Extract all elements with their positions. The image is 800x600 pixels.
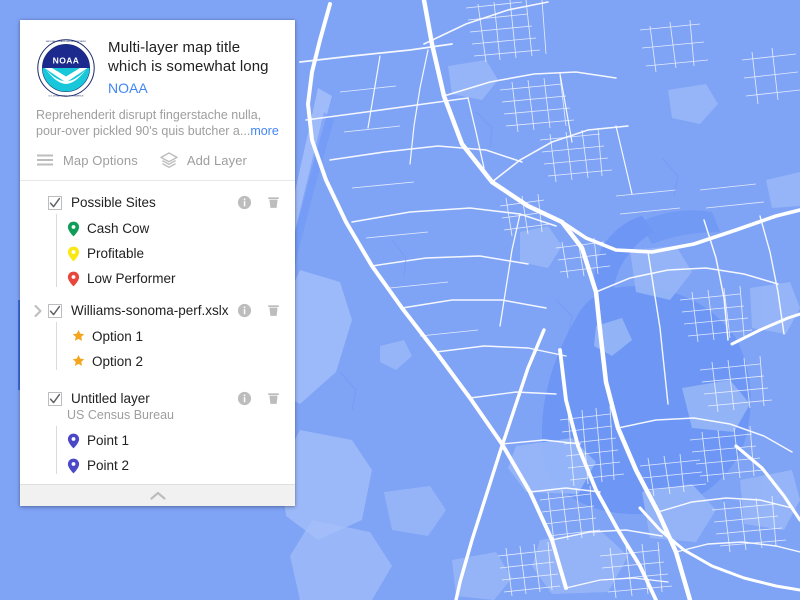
trash-icon[interactable] xyxy=(266,303,281,318)
panel-header: NOAA NATIONAL OCEANIC AND ATMOSPHERIC U.… xyxy=(20,20,295,98)
map-options-button[interactable]: Map Options xyxy=(36,151,138,169)
layer-subtitle: US Census Bureau xyxy=(67,408,175,422)
list-item-label: Low Performer xyxy=(87,271,176,286)
add-layer-button[interactable]: Add Layer xyxy=(160,151,247,169)
layer-title: Williams-sonoma-perf.xslx xyxy=(71,303,229,318)
layer-actions xyxy=(237,303,281,318)
map-pin-icon xyxy=(67,221,80,237)
map-pin-icon xyxy=(67,246,80,262)
layer-group-williams-sonoma: Williams-sonoma-perf.xslx Option 1 Optio… xyxy=(20,297,295,374)
layer-title: Untitled layer xyxy=(71,391,150,406)
list-item-label: Option 1 xyxy=(92,329,144,344)
layer-checkbox[interactable] xyxy=(48,303,62,318)
add-layer-label: Add Layer xyxy=(186,152,247,168)
list-item-label: Point 1 xyxy=(87,433,130,448)
layer-actions xyxy=(237,195,281,210)
noaa-logo-icon: NOAA NATIONAL OCEANIC AND ATMOSPHERIC U.… xyxy=(36,38,96,98)
list-item[interactable]: Point 1 xyxy=(67,428,295,453)
layer-children: Option 1 Option 2 xyxy=(20,322,295,374)
layer-row[interactable]: Possible Sites xyxy=(20,189,295,216)
screen: NOAA NATIONAL OCEANIC AND ATMOSPHERIC U.… xyxy=(0,0,800,600)
panel-toolbar: Map Options Add Layer xyxy=(20,139,295,181)
list-item-label: Point 2 xyxy=(87,458,130,473)
layer-checkbox[interactable] xyxy=(48,195,62,210)
layer-actions xyxy=(237,391,281,406)
hamburger-icon xyxy=(36,151,54,169)
trash-icon[interactable] xyxy=(266,195,281,210)
map-legend-panel: NOAA NATIONAL OCEANIC AND ATMOSPHERIC U.… xyxy=(20,20,295,506)
layer-title: Possible Sites xyxy=(71,195,156,210)
map-options-label: Map Options xyxy=(63,152,138,168)
chevron-right-icon[interactable] xyxy=(30,303,46,319)
map-pin-icon xyxy=(67,433,80,449)
page-title: Multi-layer map title which is somewhat … xyxy=(108,39,269,75)
list-item[interactable]: Low Performer xyxy=(67,266,295,291)
list-item[interactable]: Profitable xyxy=(67,241,295,266)
list-item-label: Profitable xyxy=(87,246,145,261)
layer-group-untitled: Untitled layer US Census Bureau Point 1 … xyxy=(20,384,295,478)
map-pin-icon xyxy=(67,271,80,287)
layer-row[interactable]: Williams-sonoma-perf.xslx xyxy=(20,297,295,324)
layer-children: Cash Cow Profitable Low Performer xyxy=(20,214,295,291)
list-item[interactable]: Point 2 xyxy=(67,453,295,478)
chevron-up-icon xyxy=(147,490,169,502)
layer-children: Point 1 Point 2 xyxy=(20,426,295,478)
trash-icon[interactable] xyxy=(266,391,281,406)
layer-row[interactable]: Untitled layer xyxy=(20,384,295,408)
layer-group-possible-sites: Possible Sites Cash Cow Profitable Low P… xyxy=(20,189,295,291)
list-item[interactable]: Cash Cow xyxy=(67,216,295,241)
info-icon[interactable] xyxy=(237,391,252,406)
list-item[interactable]: Option 1 xyxy=(72,324,295,349)
map-description-text: Reprehenderit disrupt fingerstache nulla… xyxy=(36,108,262,138)
layer-list: Possible Sites Cash Cow Profitable Low P… xyxy=(20,181,295,484)
map-owner-link[interactable]: NOAA xyxy=(108,78,279,98)
svg-text:NATIONAL OCEANIC AND ATMOSPHER: NATIONAL OCEANIC AND ATMOSPHERIC xyxy=(46,40,87,43)
more-link[interactable]: more xyxy=(250,124,278,138)
map-description: Reprehenderit disrupt fingerstache nulla… xyxy=(36,107,279,139)
map-pin-icon xyxy=(67,458,80,474)
svg-text:U.S. DEPARTMENT OF COMMERCE: U.S. DEPARTMENT OF COMMERCE xyxy=(48,94,84,97)
title-block: Multi-layer map title which is somewhat … xyxy=(108,36,279,98)
collapse-panel-button[interactable] xyxy=(20,484,295,506)
info-icon[interactable] xyxy=(237,195,252,210)
info-icon[interactable] xyxy=(237,303,252,318)
svg-text:NOAA: NOAA xyxy=(53,56,80,66)
layers-icon xyxy=(160,151,178,169)
list-item-label: Cash Cow xyxy=(87,221,150,236)
star-icon xyxy=(72,354,85,370)
list-item-label: Option 2 xyxy=(92,354,144,369)
star-icon xyxy=(72,329,85,345)
layer-checkbox[interactable] xyxy=(48,391,62,406)
list-item[interactable]: Option 2 xyxy=(72,349,295,374)
